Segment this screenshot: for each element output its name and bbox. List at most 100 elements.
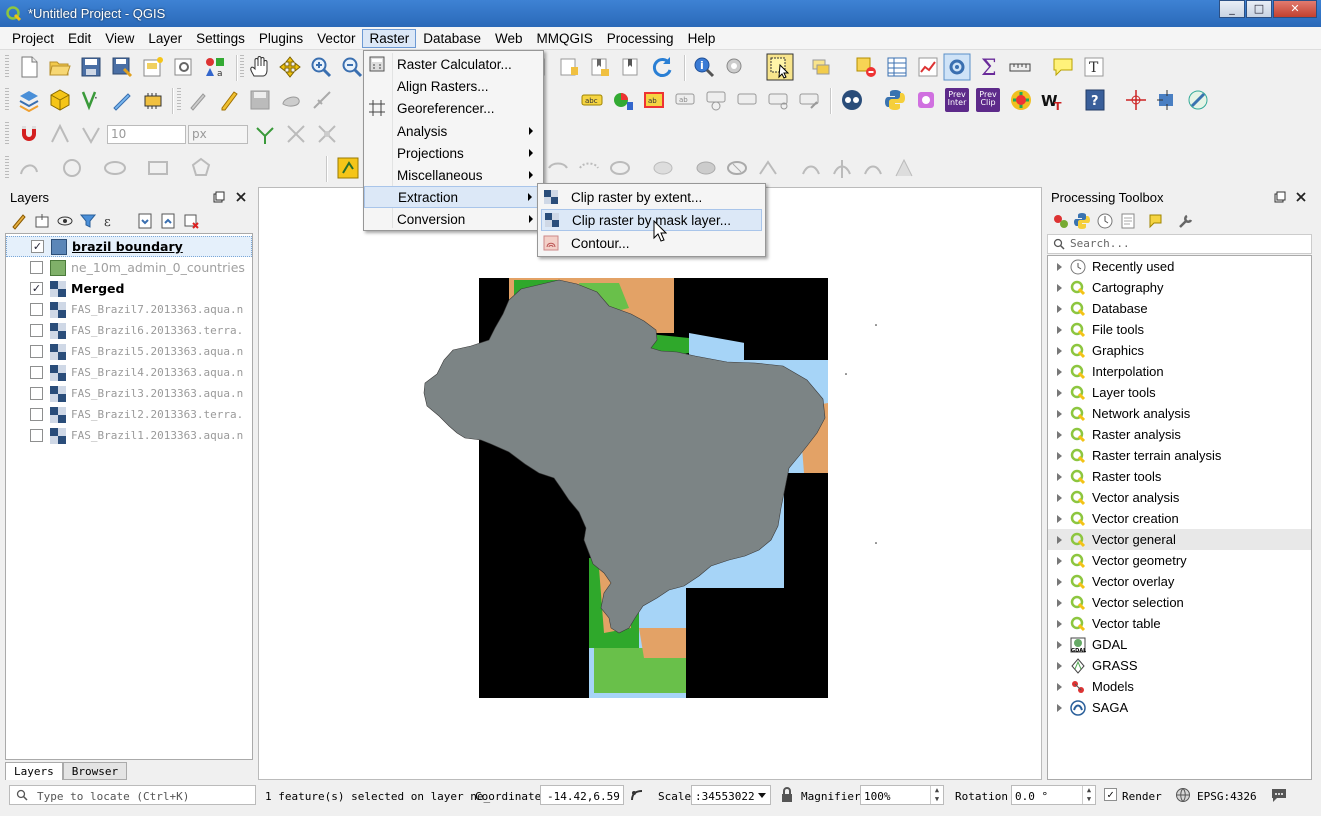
layer-visibility-checkbox[interactable]: [30, 261, 43, 274]
toolbox-provider-item[interactable]: Layer tools: [1048, 382, 1311, 403]
collapse-all-icon[interactable]: [159, 212, 177, 230]
toolbox-search-input[interactable]: Search...: [1047, 234, 1312, 254]
spin-arrows-icon[interactable]: ▲ ▼: [1082, 786, 1095, 804]
delete-ring-icon[interactable]: [725, 156, 749, 180]
layer-visibility-checkbox[interactable]: ✓: [30, 282, 43, 295]
close-panel-icon[interactable]: [235, 191, 247, 203]
float-panel-icon[interactable]: [1274, 191, 1286, 203]
statistics-icon[interactable]: [916, 55, 940, 79]
new-print-layout-icon[interactable]: [141, 55, 165, 79]
add-part-icon[interactable]: [651, 156, 675, 180]
toolbox-provider-item[interactable]: Vector general: [1048, 529, 1311, 550]
spin-arrows-icon[interactable]: ▲ ▼: [930, 786, 943, 804]
bookmark-icon[interactable]: [619, 55, 643, 79]
toggle-extents-icon[interactable]: [629, 787, 645, 803]
menu-item-conversion[interactable]: Conversion: [364, 208, 543, 230]
field-calculator-icon[interactable]: Σ: [978, 55, 1002, 79]
toolbox-provider-item[interactable]: Raster tools: [1048, 466, 1311, 487]
snap-tolerance-spinbox[interactable]: 10: [107, 125, 186, 144]
layer-row[interactable]: FAS_Brazil1.2013363.aqua.n: [6, 425, 252, 446]
toolbox-provider-item[interactable]: Vector table: [1048, 613, 1311, 634]
attribute-table-icon[interactable]: [885, 55, 909, 79]
digitize-tool-icon[interactable]: [546, 156, 570, 180]
menu-database[interactable]: Database: [416, 29, 488, 48]
menu-item-contour[interactable]: Contour...: [538, 232, 765, 254]
split-features-icon[interactable]: [830, 156, 854, 180]
show-bookmarks-icon[interactable]: [588, 55, 612, 79]
refresh-icon[interactable]: [650, 55, 674, 79]
history-icon[interactable]: [1096, 212, 1114, 230]
layer-visibility-checkbox[interactable]: ✓: [31, 240, 44, 253]
new-geopackage-icon[interactable]: [48, 88, 72, 112]
locator-input[interactable]: Type to locate (Ctrl+K): [9, 785, 256, 805]
toolbox-provider-item[interactable]: Vector geometry: [1048, 550, 1311, 571]
show-hide-labels-icon[interactable]: [704, 88, 728, 112]
expand-arrow-icon[interactable]: [1057, 472, 1062, 481]
data-source-manager-icon[interactable]: [17, 88, 41, 112]
pan-to-selection-icon[interactable]: [278, 55, 302, 79]
snap-units-select[interactable]: px: [188, 125, 248, 144]
toolbox-provider-item[interactable]: GRASS: [1048, 655, 1311, 676]
layer-visibility-checkbox[interactable]: [30, 324, 43, 337]
topological-editing-icon[interactable]: [253, 122, 277, 146]
rotate-label-icon[interactable]: [766, 88, 790, 112]
map-canvas[interactable]: [258, 187, 1042, 780]
close-window-button[interactable]: ✕: [1273, 0, 1317, 18]
add-rectangle-icon[interactable]: [146, 156, 170, 180]
coordinate-capture-icon[interactable]: [1124, 88, 1148, 112]
tab-layers[interactable]: Layers: [5, 762, 63, 780]
label-tool-icon[interactable]: abc: [580, 88, 604, 112]
models-toolbar-icon[interactable]: [1051, 212, 1069, 230]
toolbox-provider-item[interactable]: Network analysis: [1048, 403, 1311, 424]
text-annotation-icon[interactable]: T: [1082, 55, 1106, 79]
menu-item-georeferencer[interactable]: Georeferencer...: [364, 97, 543, 119]
menu-edit[interactable]: Edit: [61, 29, 98, 48]
layer-row[interactable]: FAS_Brazil7.2013363.aqua.n: [6, 299, 252, 320]
expand-arrow-icon[interactable]: [1057, 514, 1062, 523]
offset-curve-icon[interactable]: [799, 156, 823, 180]
layer-visibility-checkbox[interactable]: [30, 429, 43, 442]
tab-browser[interactable]: Browser: [62, 762, 128, 780]
menu-help[interactable]: Help: [681, 29, 723, 48]
snapping-magnet-icon[interactable]: [17, 122, 41, 146]
menu-settings[interactable]: Settings: [189, 29, 252, 48]
deselect-all-icon[interactable]: [854, 55, 878, 79]
gps-plugin-icon[interactable]: [336, 156, 360, 180]
expand-arrow-icon[interactable]: [1057, 409, 1062, 418]
layer-visibility-checkbox[interactable]: [30, 303, 43, 316]
style-manager-icon[interactable]: a: [203, 55, 227, 79]
filter-by-expression-icon[interactable]: ε: [102, 212, 120, 230]
scale-combobox[interactable]: :34553022: [691, 785, 771, 805]
menu-vector[interactable]: Vector: [310, 29, 362, 48]
zoom-out-icon[interactable]: [340, 55, 364, 79]
layer-visibility-checkbox[interactable]: [30, 345, 43, 358]
expand-arrow-icon[interactable]: [1057, 556, 1062, 565]
remove-layer-icon[interactable]: [182, 212, 200, 230]
merge-features-icon[interactable]: [892, 156, 916, 180]
expand-arrow-icon[interactable]: [1057, 493, 1062, 502]
prev-clip-button[interactable]: Prev Clip: [976, 88, 1000, 112]
menu-item-projections[interactable]: Projections: [364, 142, 543, 164]
pan-hand-icon[interactable]: [247, 55, 271, 79]
layer-visibility-checkbox[interactable]: [30, 408, 43, 421]
menu-layer[interactable]: Layer: [141, 29, 189, 48]
new-bookmark-icon[interactable]: [557, 55, 581, 79]
coordinate-field[interactable]: -14.42,6.59: [540, 785, 624, 805]
expand-arrow-icon[interactable]: [1057, 262, 1062, 271]
expand-arrow-icon[interactable]: [1057, 535, 1062, 544]
menu-item-miscellaneous[interactable]: Miscellaneous: [364, 164, 543, 186]
prev-inter-button[interactable]: Prev Inter: [945, 88, 969, 112]
move-label-icon[interactable]: [735, 88, 759, 112]
new-shapefile-icon[interactable]: ·: [79, 88, 103, 112]
render-checkbox[interactable]: ✓: [1104, 788, 1117, 801]
globe-icon[interactable]: [1175, 787, 1191, 803]
identify-icon[interactable]: i: [692, 55, 716, 79]
toolbox-provider-item[interactable]: Database: [1048, 298, 1311, 319]
toolbar-grip[interactable]: [5, 88, 9, 112]
expand-arrow-icon[interactable]: [1057, 682, 1062, 691]
qgis-plugin-manager-icon[interactable]: [1186, 88, 1210, 112]
menu-web[interactable]: Web: [488, 29, 530, 48]
profile-tool-icon[interactable]: [914, 88, 938, 112]
toolbox-provider-item[interactable]: Raster analysis: [1048, 424, 1311, 445]
crs-label[interactable]: EPSG:4326: [1197, 790, 1257, 803]
